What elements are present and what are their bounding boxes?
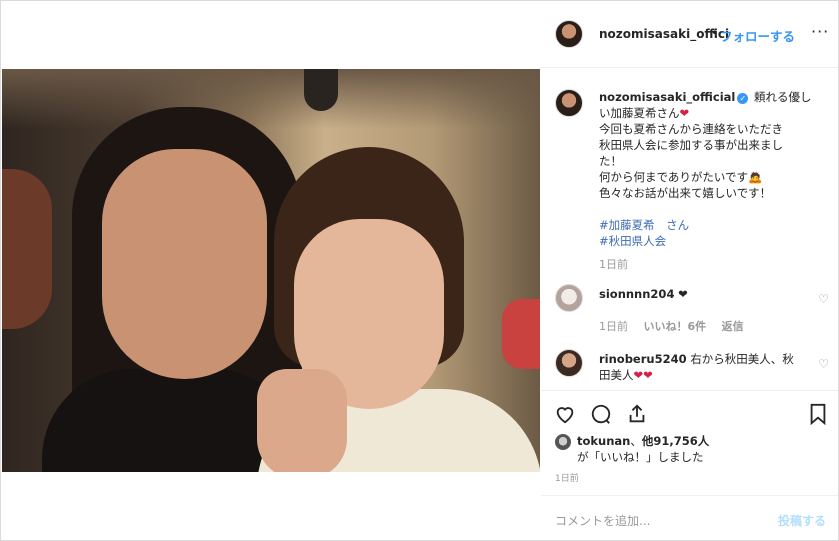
caption-line-5: た！ xyxy=(599,154,622,168)
post-comment-button[interactable]: 投稿する xyxy=(778,512,826,529)
follow-button[interactable]: フォローする xyxy=(720,26,795,45)
hashtag-kato-natsuki[interactable]: #加藤夏希 さん xyxy=(599,217,829,233)
heart-outline-icon[interactable] xyxy=(553,403,577,427)
photo-peace-sign-hand xyxy=(257,369,347,472)
liked-by-separator: 、 xyxy=(630,434,642,448)
comment-body: ❤ xyxy=(678,287,688,301)
header-username[interactable]: nozomisasaki_offici xyxy=(599,27,729,41)
header-dot-separator: • xyxy=(711,26,719,40)
post-caption: nozomisasaki_official ✓ 頼れる優し い加藤夏希さん❤ 今回… xyxy=(599,89,829,273)
caption-timestamp: 1日前 xyxy=(599,258,628,271)
comment-timestamp: 1日前 xyxy=(599,320,628,333)
comment-meta: 1日前 いいね！6件 返信 xyxy=(599,318,756,334)
share-icon[interactable] xyxy=(625,403,649,427)
comments-section: nozomisasaki_official ✓ 頼れる優し い加藤夏希さん❤ 今回… xyxy=(541,69,838,389)
caption-line-7: 色々なお話が出来て嬉しいです！ xyxy=(599,186,772,200)
post-actions: tokunan、他91,756人 が「いいね！」しました 1日前 コメントを追加… xyxy=(541,390,838,540)
comment-username[interactable]: rinoberu5240 xyxy=(599,352,687,366)
comment-input[interactable]: コメントを追加... xyxy=(555,512,650,529)
photo-ceiling-lamp xyxy=(304,69,338,111)
post-photo[interactable] xyxy=(2,69,540,472)
liked-by-user[interactable]: tokunan xyxy=(577,434,630,448)
caption-line-3: 今回も夏希さんから連絡をいただき xyxy=(599,122,783,136)
caption-line-1: 頼れる優し xyxy=(754,90,812,104)
add-comment-bar: コメントを追加... 投稿する xyxy=(541,495,838,541)
caption-line-2: い加藤夏希さん xyxy=(599,106,680,120)
bookmark-icon[interactable] xyxy=(806,403,830,427)
comment-reply-button[interactable]: 返信 xyxy=(722,320,744,333)
heart-emoji-icon: ❤ xyxy=(679,106,690,120)
heart-emoji-icon: ❤❤ xyxy=(633,368,653,382)
photo-left-person-face xyxy=(102,149,267,379)
caption-line-4: 秋田県人会に参加する事が出来まし xyxy=(599,138,783,152)
photo-ceiling xyxy=(2,69,540,129)
photo-red-shirt xyxy=(502,299,540,369)
liked-suffix-text: が「いいね！」しました xyxy=(577,450,704,464)
profile-avatar[interactable] xyxy=(555,20,583,48)
comment-text: sionnnn204 ❤ xyxy=(599,286,799,302)
comment-icon[interactable] xyxy=(589,403,613,427)
comment-like-icon[interactable]: ♡ xyxy=(818,292,829,306)
verified-badge-icon: ✓ xyxy=(737,93,749,104)
liker-avatar[interactable] xyxy=(555,434,571,450)
comment-like-icon[interactable]: ♡ xyxy=(818,357,829,371)
comment-username[interactable]: sionnnn204 xyxy=(599,287,674,301)
photo-side-person xyxy=(2,169,52,329)
liked-others-count[interactable]: 他91,756人 xyxy=(642,434,709,448)
comment-text: rinoberu5240 右から秋田美人、秋田美人❤❤ xyxy=(599,351,799,383)
post-timestamp: 1日前 xyxy=(555,474,579,484)
caption-line-6: 何から何までありがたいです xyxy=(599,170,749,184)
bowing-emoji-icon: 🙇 xyxy=(748,170,763,184)
post-header: nozomisasaki_offici • フォローする ··· xyxy=(541,0,838,68)
more-options-icon[interactable]: ··· xyxy=(811,22,829,41)
caption-username[interactable]: nozomisasaki_official xyxy=(599,90,735,104)
commenter-avatar[interactable] xyxy=(555,284,583,312)
hashtag-akita-kenjinkai[interactable]: #秋田県人会 xyxy=(599,233,829,249)
comment-likes-count[interactable]: いいね！6件 xyxy=(644,320,707,333)
commenter-avatar[interactable] xyxy=(555,349,583,377)
caption-avatar[interactable] xyxy=(555,89,583,117)
